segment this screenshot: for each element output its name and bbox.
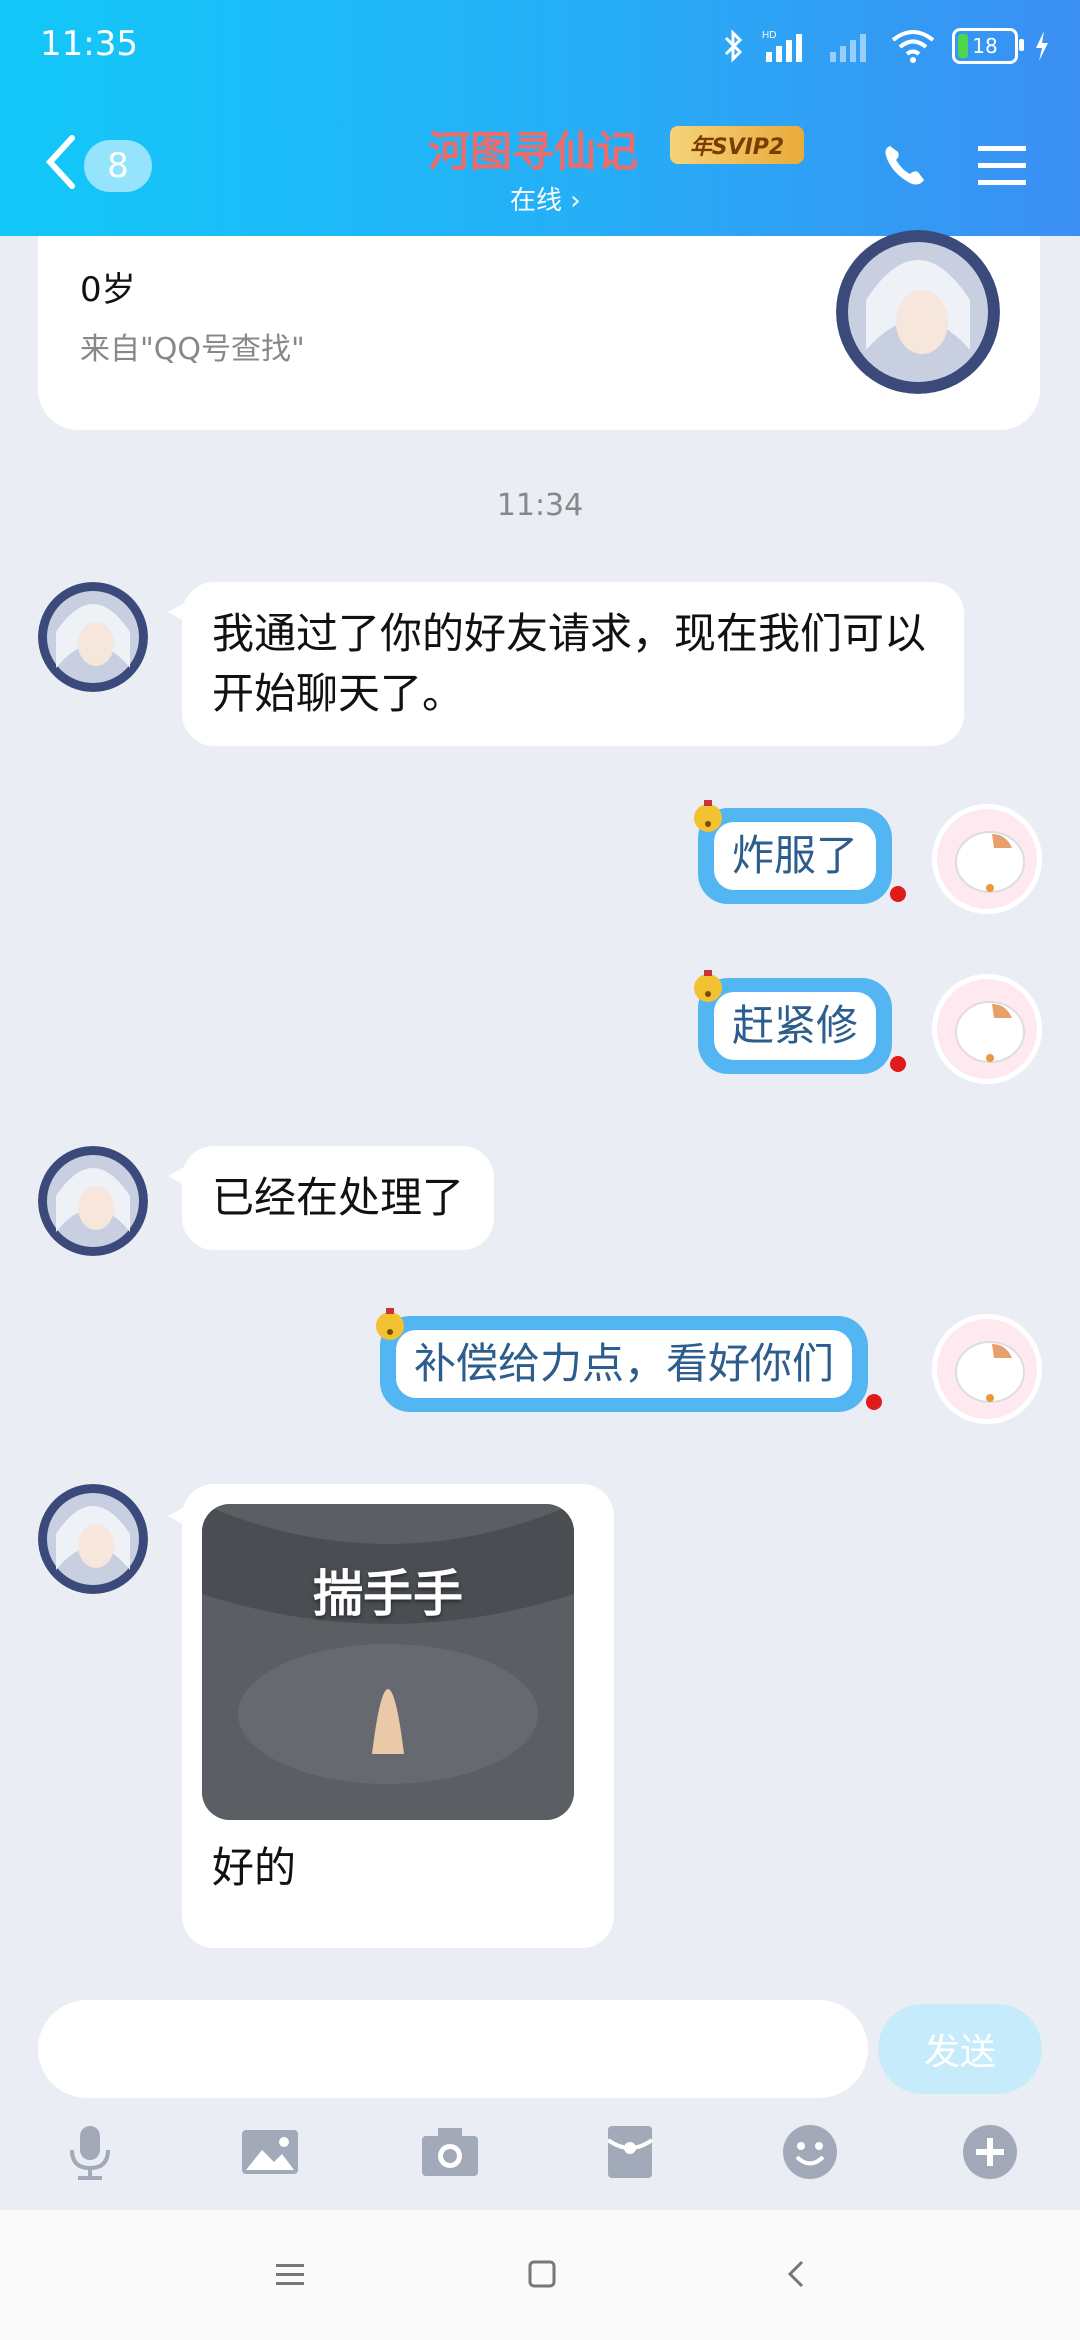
- my-avatar[interactable]: [932, 804, 1042, 914]
- red-packet-icon[interactable]: [600, 2122, 660, 2182]
- wifi-icon: [891, 30, 935, 63]
- profile-avatar[interactable]: [836, 230, 1000, 394]
- charging-icon: [1036, 31, 1048, 61]
- svip-badge: 年SVIP2: [670, 126, 804, 164]
- bell-icon: [694, 800, 722, 832]
- profile-source: 来自"QQ号查找": [80, 332, 305, 367]
- message-bubble-outgoing[interactable]: 炸服了: [694, 800, 907, 904]
- image-icon[interactable]: [240, 2122, 300, 2182]
- battery-indicator: 18: [952, 28, 1024, 64]
- back-arrow-icon[interactable]: [40, 132, 84, 192]
- message-text: 我通过了你的好友请求，现在我们可以开始聊天了。: [212, 609, 927, 718]
- menu-icon[interactable]: [976, 142, 1028, 188]
- message-bubble-incoming[interactable]: 我通过了你的好友请求，现在我们可以开始聊天了。: [168, 582, 964, 746]
- message-text: 炸服了: [714, 822, 877, 890]
- profile-age: 0岁: [80, 270, 136, 310]
- timestamp: 11:34: [496, 488, 584, 523]
- chat-title[interactable]: 河图寻仙记: [428, 118, 638, 179]
- recent-apps-icon[interactable]: [270, 2254, 310, 2294]
- message-bubble-incoming[interactable]: 已经在处理了: [167, 1146, 495, 1250]
- camera-icon[interactable]: [420, 2122, 480, 2182]
- bubble-decoration-dot: [890, 1056, 907, 1072]
- phone-icon[interactable]: [880, 140, 930, 190]
- bubble-decoration-dot: [890, 886, 907, 902]
- message-bubble-outgoing[interactable]: 赶紧修: [694, 970, 907, 1074]
- my-avatar[interactable]: [932, 1314, 1042, 1424]
- plus-icon[interactable]: [960, 2122, 1020, 2182]
- contact-avatar[interactable]: [38, 582, 148, 692]
- bell-icon: [376, 1308, 404, 1340]
- message-input[interactable]: [38, 2000, 868, 2098]
- message-bubble-image[interactable]: 揣手手 好的: [168, 1484, 614, 1948]
- contact-avatar[interactable]: [38, 1484, 148, 1594]
- signal-weak-icon: [830, 34, 866, 62]
- bluetooth-icon: [724, 29, 743, 63]
- send-button[interactable]: 发送: [878, 2004, 1042, 2094]
- signal-icon: HD: [762, 30, 802, 62]
- message-text: 已经在处理了: [212, 1173, 465, 1222]
- home-icon[interactable]: [522, 2254, 562, 2294]
- message-text: 补偿给力点，看好你们: [396, 1330, 853, 1398]
- sticker-graphic: [202, 1504, 574, 1820]
- status-time: 11:35: [40, 24, 138, 64]
- bell-icon: [694, 970, 722, 1002]
- svg-text:HD: HD: [762, 30, 776, 41]
- microphone-icon[interactable]: [60, 2122, 120, 2182]
- status-icons: HD 18: [722, 20, 1050, 72]
- my-avatar[interactable]: [932, 974, 1042, 1084]
- message-text: 好的: [212, 1843, 297, 1892]
- message-bubble-outgoing[interactable]: 补偿给力点，看好你们: [376, 1308, 883, 1412]
- sticker-caption: 揣手手: [313, 1565, 463, 1623]
- online-status[interactable]: 在线 ›: [510, 180, 581, 217]
- back-nav-icon[interactable]: [776, 2254, 816, 2294]
- message-text: 赶紧修: [714, 992, 877, 1060]
- emoji-icon[interactable]: [780, 2122, 840, 2182]
- sticker-image[interactable]: 揣手手: [202, 1504, 574, 1820]
- unread-count-badge[interactable]: 8: [84, 140, 152, 192]
- bubble-decoration-dot: [866, 1394, 883, 1410]
- contact-avatar[interactable]: [38, 1146, 148, 1256]
